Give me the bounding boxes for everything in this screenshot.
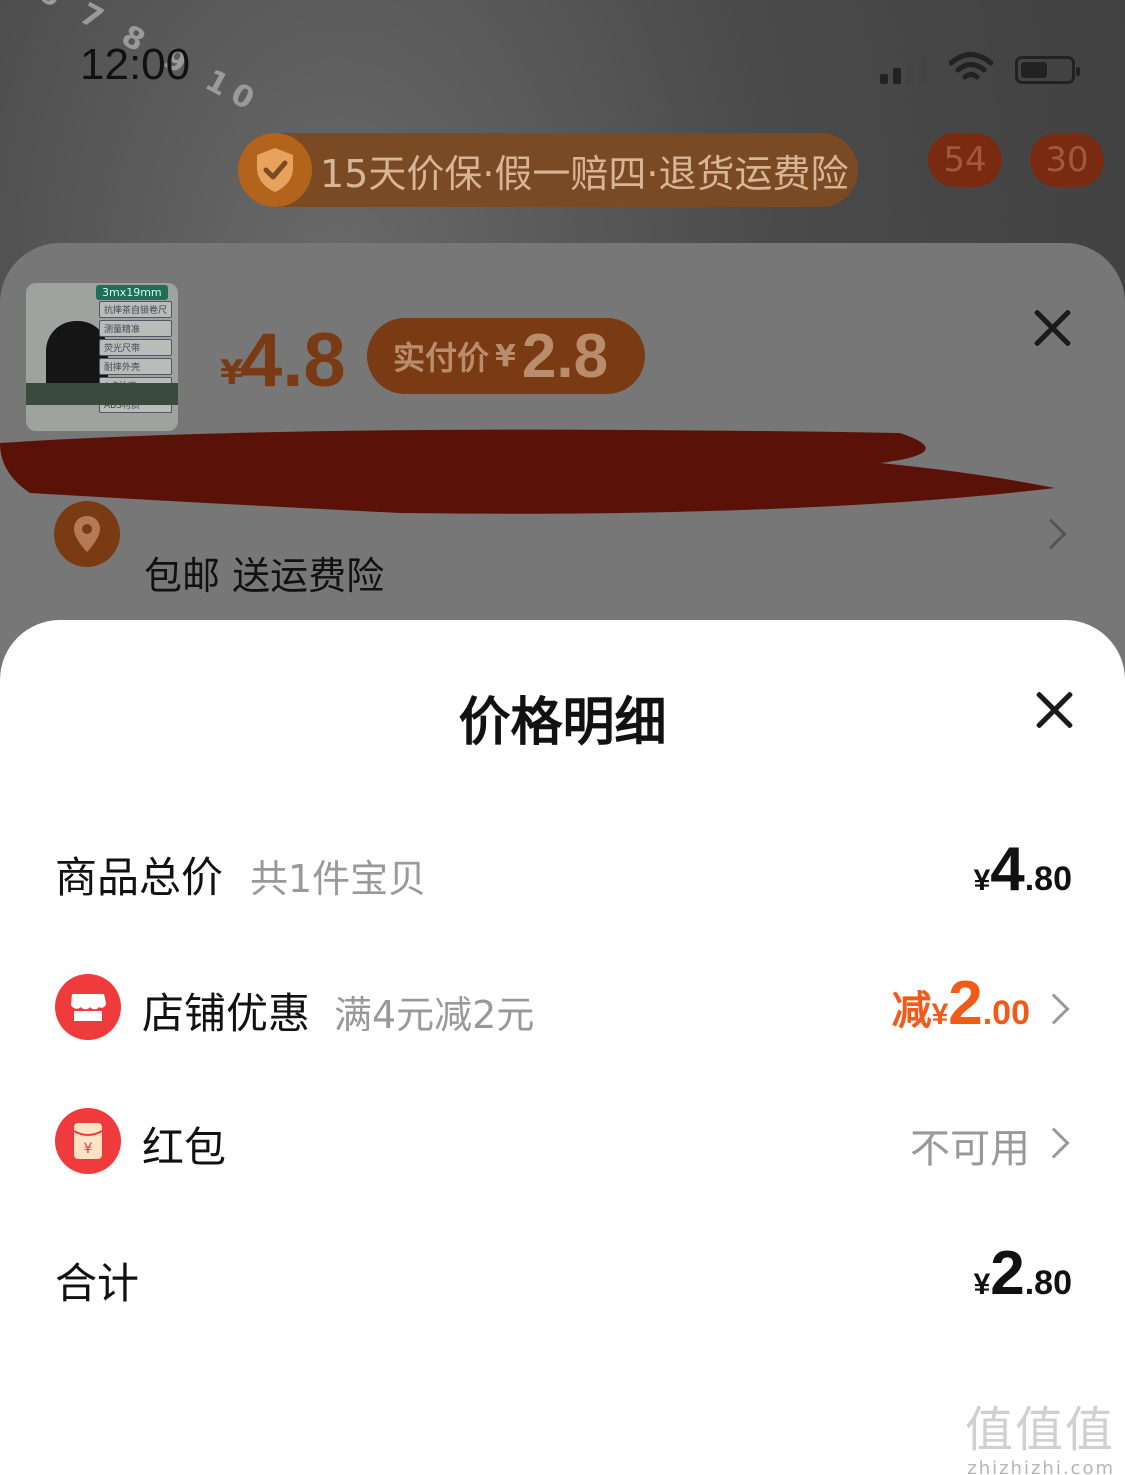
guarantee-text: 15天价保·假一赔四·退货运费险 — [320, 151, 849, 196]
store-discount-amount[interactable]: 减 ¥ 2 .00 — [892, 968, 1030, 1039]
guarantee-banner[interactable]: 15天价保·假一赔四·退货运费险 — [238, 133, 858, 207]
chevron-right-icon[interactable] — [1038, 993, 1070, 1025]
close-icon[interactable] — [1030, 306, 1074, 350]
thumbnail-band — [26, 383, 178, 405]
wifi-icon — [949, 52, 993, 80]
chevron-right-icon[interactable] — [1038, 1127, 1070, 1159]
price-detail-sheet: 价格明细 商品总价 共1件宝贝 ¥ 4 .80 店铺优惠 满4元减2元 减 ¥ … — [0, 620, 1125, 1475]
paid-price-label: 实付价 — [393, 339, 490, 377]
paid-price-pill: 实付价 ¥ 2.8 — [367, 318, 645, 394]
watermark-site: zhizhizhi.com — [967, 1458, 1115, 1475]
store-icon — [55, 974, 121, 1040]
watermark: 值值值 zhizhizhi.com — [965, 1390, 1115, 1475]
signal-icon — [880, 54, 927, 84]
thumbnail-tag: 测量精准 — [98, 320, 172, 337]
close-icon[interactable] — [1032, 688, 1076, 732]
thumbnail-tag: 抗摔茶自锁卷尺 — [98, 301, 172, 318]
watermark-logo: 值值值 — [964, 1402, 1115, 1458]
store-discount-label: 店铺优惠 — [142, 989, 311, 1038]
redaction-scribble — [0, 429, 1055, 514]
paid-price-value: 2.8 — [521, 321, 609, 391]
status-time: 12:00 — [80, 40, 191, 89]
sum-amount: ¥ 2 .80 — [973, 1239, 1072, 1308]
sum-label: 合计 — [55, 1259, 140, 1308]
total-price-label: 商品总价 — [55, 853, 224, 902]
red-packet-icon: ¥ — [55, 1108, 121, 1174]
sheet-title: 价格明细 — [458, 693, 667, 753]
product-price: 4.8 — [240, 318, 346, 403]
shield-check-icon — [238, 133, 312, 207]
shipping-info: 包邮 送运费险 — [144, 554, 385, 598]
status-icons — [880, 52, 1080, 84]
svg-text:¥: ¥ — [84, 1141, 93, 1157]
red-packet-status[interactable]: 不可用 — [910, 1116, 1030, 1174]
thumbnail-tag: 荧光尺带 — [98, 339, 172, 356]
item-count: 共1件宝贝 — [250, 857, 427, 901]
total-price-amount: ¥ 4 .80 — [973, 835, 1072, 904]
battery-icon — [1015, 56, 1080, 84]
badge-count[interactable]: 54 — [928, 133, 1002, 187]
store-discount-rule: 满4元减2元 — [334, 993, 535, 1037]
badge-count[interactable]: 30 — [1030, 133, 1104, 187]
thumbnail-tag: 耐摔外壳 — [98, 358, 172, 375]
thumbnail-size-label: 3mx19mm — [96, 285, 168, 300]
paid-price-currency: ¥ — [495, 338, 516, 374]
product-thumbnail[interactable]: 3mx19mm 抗摔茶自锁卷尺 测量精准 荧光尺带 耐摔外壳 0点补正 ABS材… — [26, 283, 178, 431]
red-packet-label: 红包 — [142, 1123, 227, 1172]
